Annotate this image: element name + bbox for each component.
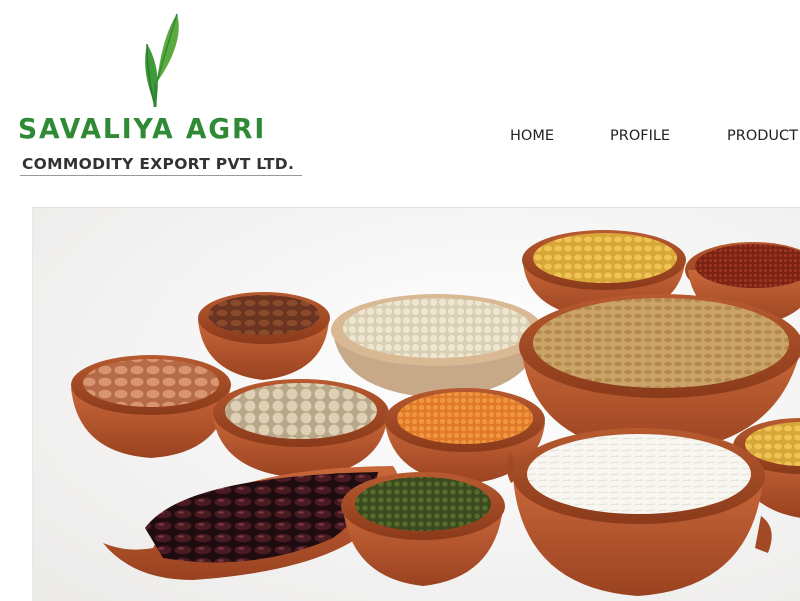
site-logo[interactable]: SAVALIYA AGRI COMMODITY EXPORT PVT LTD. [18,12,318,182]
brand-divider [20,175,302,176]
grain-bowls-illustration [33,208,800,601]
nav-item-product[interactable]: PRODUCT [727,128,798,144]
brand-subtitle: COMMODITY EXPORT PVT LTD. [22,155,295,173]
main-nav: HOME PROFILE PRODUCT [0,128,800,150]
hero-image [32,207,800,601]
nav-item-profile[interactable]: PROFILE [610,128,670,144]
leaf-sprout-icon [145,13,179,108]
nav-item-home[interactable]: HOME [510,128,554,144]
